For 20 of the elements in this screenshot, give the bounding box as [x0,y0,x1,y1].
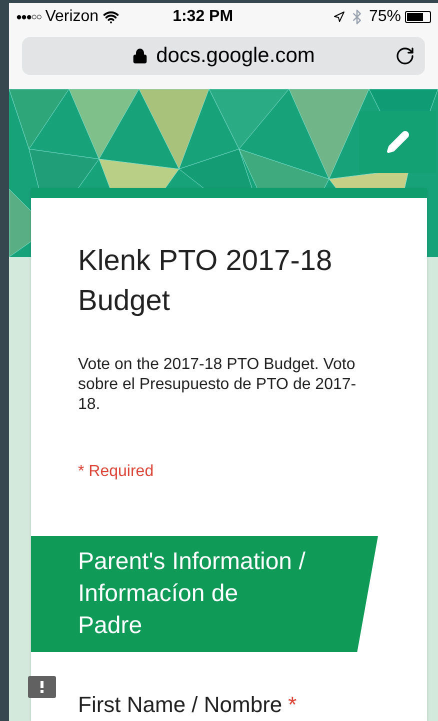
signal-strength: ●●●○○ [16,10,42,24]
reload-icon[interactable] [395,46,415,66]
alert-icon[interactable] [28,676,56,698]
battery-icon [405,11,431,23]
required-asterisk: * [288,691,297,719]
edit-button[interactable] [359,111,436,173]
address-bar[interactable]: docs.google.com [22,37,425,75]
carrier-name: Verizon [45,7,99,27]
clock-time: 1:32 PM [172,7,234,27]
location-arrow-icon [332,11,345,23]
section-title: Parent's Information / Informacíon de Padre [78,547,306,641]
form-title: Klenk PTO 2017-18 Budget [77,244,334,319]
form-description: Vote on the 2017-18 PTO Budget. Voto sobre el Presupuesto de PTO de 2017-18. [77,355,358,415]
pencil-icon [386,130,410,154]
wifi-icon [102,9,119,25]
lock-icon [132,48,148,64]
url-text: docs.google.com [156,43,315,70]
required-note: * Required [77,462,155,482]
battery-percentage: 75% [368,7,401,27]
question-label: First Name / Nombre [78,691,282,719]
